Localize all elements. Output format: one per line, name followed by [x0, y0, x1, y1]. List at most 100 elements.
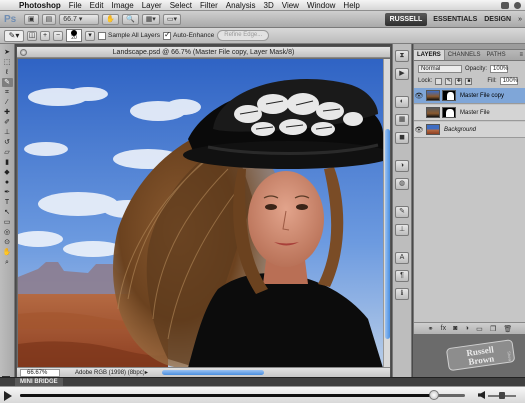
arrange-documents-button[interactable]: ▦▾: [141, 13, 160, 25]
layer-row-background[interactable]: 👁 Background: [414, 122, 525, 138]
tab-paths[interactable]: PATHS: [483, 50, 508, 60]
menu-edit[interactable]: Edit: [86, 0, 108, 11]
layer-style-fx-icon[interactable]: fx: [441, 325, 446, 332]
menu-analysis[interactable]: Analysis: [222, 0, 260, 11]
sample-all-layers-checkbox[interactable]: [98, 31, 106, 40]
layer-mask-thumbnail[interactable]: [442, 107, 456, 118]
lock-position-icon[interactable]: ✚: [455, 77, 463, 85]
history-brush-tool-icon[interactable]: ↺: [2, 138, 13, 147]
healing-brush-tool-icon[interactable]: ✚: [2, 108, 13, 117]
eyedropper-tool-icon[interactable]: ⁄: [2, 98, 13, 107]
vertical-scroll-thumb[interactable]: [385, 129, 390, 339]
auto-enhance-option[interactable]: Auto-Enhance: [163, 30, 214, 40]
history-panel-icon[interactable]: ⧗: [395, 50, 409, 62]
menu-help[interactable]: Help: [339, 0, 363, 11]
sample-all-layers-option[interactable]: Sample All Layers: [98, 31, 160, 40]
menu-filter[interactable]: Filter: [196, 0, 222, 11]
layer-name[interactable]: Background: [444, 127, 476, 133]
panel-menu-icon[interactable]: ≡: [519, 50, 525, 60]
brushes-panel-icon[interactable]: ✎: [395, 206, 409, 218]
swatches-panel-icon[interactable]: ▦: [395, 114, 409, 126]
styles-panel-icon[interactable]: ◼: [395, 132, 409, 144]
crop-tool-icon[interactable]: ⌗: [2, 88, 13, 97]
clone-stamp-tool-icon[interactable]: ⊥: [2, 128, 13, 137]
brush-dropdown-arrow-icon[interactable]: ▾: [85, 30, 95, 41]
menu-window[interactable]: Window: [303, 0, 339, 11]
tab-layers[interactable]: LAYERS: [414, 50, 445, 60]
play-icon[interactable]: [4, 391, 12, 401]
zoom-level-select[interactable]: 66.7 ▾: [59, 13, 100, 25]
color-panel-icon[interactable]: ◐: [395, 96, 409, 108]
layer-name[interactable]: Master File copy: [460, 93, 504, 99]
type-tool-icon[interactable]: T: [2, 198, 13, 207]
delete-layer-icon[interactable]: 🗑: [503, 325, 512, 333]
hand-tool-button[interactable]: ✋: [102, 13, 119, 25]
new-group-icon[interactable]: ▭: [476, 325, 483, 333]
volume-slider-knob[interactable]: [499, 392, 505, 399]
menu-3d[interactable]: 3D: [260, 0, 278, 11]
layer-mask-thumbnail[interactable]: [442, 90, 456, 101]
subtract-from-selection-icon[interactable]: −: [53, 30, 63, 41]
layer-row-master-file[interactable]: Master File: [414, 105, 525, 121]
marquee-tool-icon[interactable]: ⬚: [2, 58, 13, 67]
battery-icon[interactable]: [501, 2, 509, 9]
lasso-tool-icon[interactable]: ℓ: [2, 68, 13, 77]
refine-edge-button[interactable]: Refine Edge...: [217, 30, 270, 41]
layer-thumbnail[interactable]: [426, 107, 440, 118]
shape-tool-icon[interactable]: ▭: [2, 218, 13, 227]
3d-orbit-tool-icon[interactable]: ⊙: [2, 238, 13, 247]
masks-panel-icon[interactable]: ◍: [395, 178, 409, 190]
actions-panel-icon[interactable]: ▶: [395, 68, 409, 80]
vertical-scrollbar[interactable]: [383, 59, 390, 368]
pen-tool-icon[interactable]: ✒: [2, 188, 13, 197]
hand-tool-icon[interactable]: ✋: [2, 248, 13, 257]
playback-scrubber-knob[interactable]: [428, 390, 439, 400]
menu-app-name[interactable]: Photoshop: [15, 0, 65, 11]
document-tab[interactable]: Landscape.psd @ 66.7% (Master File copy,…: [17, 47, 390, 58]
playback-progress-track[interactable]: [20, 394, 465, 397]
auto-enhance-checkbox[interactable]: [163, 30, 172, 40]
document-zoom-field[interactable]: 66.67%: [20, 369, 60, 377]
new-layer-icon[interactable]: ❐: [490, 325, 496, 333]
zoom-tool-button[interactable]: 🔍: [121, 13, 139, 25]
paragraph-panel-icon[interactable]: ¶: [395, 270, 409, 282]
layer-thumbnail[interactable]: [426, 90, 440, 101]
gradient-tool-icon[interactable]: ▮: [2, 158, 13, 167]
fill-field[interactable]: 100%: [499, 77, 518, 85]
layer-row-master-file-copy[interactable]: 👁 Master File copy: [414, 88, 525, 104]
blend-mode-select[interactable]: Normal: [418, 65, 462, 73]
adjustments-panel-icon[interactable]: ◑: [395, 160, 409, 172]
menu-view[interactable]: View: [278, 0, 303, 11]
spotlight-icon[interactable]: [514, 2, 521, 9]
zoom-tool-icon[interactable]: ⌕: [2, 258, 13, 267]
lock-all-icon[interactable]: ■: [465, 77, 473, 85]
add-to-selection-icon[interactable]: +: [40, 30, 50, 41]
3d-rotate-tool-icon[interactable]: ◎: [2, 228, 13, 237]
move-tool-icon[interactable]: ➤: [2, 48, 13, 57]
volume-icon[interactable]: [478, 391, 485, 399]
new-selection-icon[interactable]: ◫: [27, 30, 37, 41]
workspace-russell[interactable]: RUSSELL: [384, 13, 428, 26]
menu-select[interactable]: Select: [166, 0, 196, 11]
layer-visibility-eye-icon[interactable]: 👁: [414, 126, 424, 134]
layer-visibility-eye-icon[interactable]: 👁: [414, 92, 424, 100]
quick-selection-tool-icon[interactable]: ✎: [1, 78, 13, 87]
lock-image-icon[interactable]: ✎: [445, 77, 453, 85]
tool-preset-picker[interactable]: ✎▾: [4, 29, 24, 42]
clone-source-panel-icon[interactable]: ⊥: [395, 224, 409, 236]
brush-tool-icon[interactable]: ✐: [2, 118, 13, 127]
info-panel-icon[interactable]: ℹ: [395, 288, 409, 300]
launch-bridge-button[interactable]: ▣: [24, 13, 39, 25]
adjustment-layer-icon[interactable]: ◑: [465, 325, 469, 332]
workspace-design[interactable]: DESIGN: [484, 16, 511, 23]
character-panel-icon[interactable]: A: [395, 252, 409, 264]
opacity-field[interactable]: 100%: [490, 65, 508, 73]
eraser-tool-icon[interactable]: ▱: [2, 148, 13, 157]
image-canvas[interactable]: [18, 59, 383, 368]
menu-file[interactable]: File: [65, 0, 86, 11]
link-layers-icon[interactable]: ⚭: [428, 325, 434, 333]
workspace-more-button[interactable]: »: [518, 16, 522, 23]
dodge-tool-icon[interactable]: ●: [2, 178, 13, 187]
menu-image[interactable]: Image: [107, 0, 137, 11]
horizontal-scroll-thumb[interactable]: [162, 370, 264, 375]
